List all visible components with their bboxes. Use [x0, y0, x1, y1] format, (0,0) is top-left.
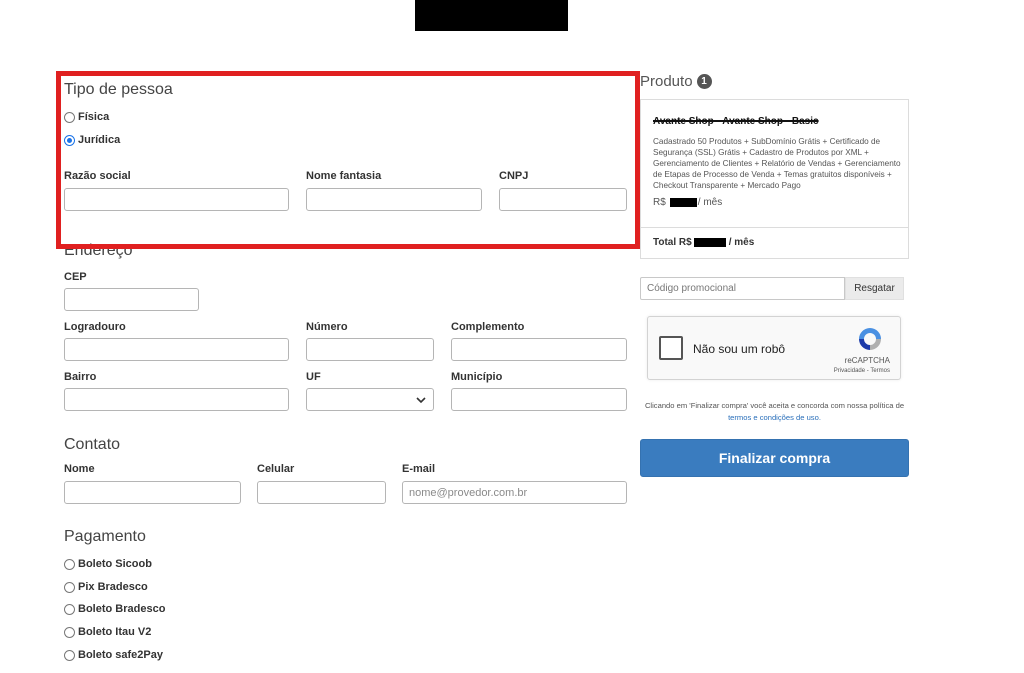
terms-text: Clicando em 'Finalizar compra' você acei… [640, 400, 909, 424]
total-price: Total R$ / mês [653, 237, 754, 248]
cep-input[interactable] [64, 288, 199, 311]
logradouro-label: Logradouro [64, 321, 126, 333]
recaptcha-logo-icon [859, 328, 881, 350]
numero-input[interactable] [306, 338, 434, 361]
recaptcha-brand: reCAPTCHA [844, 356, 890, 365]
email-input[interactable] [402, 481, 627, 504]
contato-title: Contato [64, 436, 121, 453]
celular-input[interactable] [257, 481, 386, 504]
cnpj-input[interactable] [499, 188, 627, 211]
redeem-button[interactable]: Resgatar [845, 277, 904, 300]
logradouro-input[interactable] [64, 338, 289, 361]
cnpj-label: CNPJ [499, 170, 529, 182]
payment-radio[interactable] [64, 649, 75, 661]
bairro-input[interactable] [64, 388, 289, 411]
celular-label: Celular [257, 463, 295, 475]
uf-select[interactable] [306, 388, 434, 411]
razao-social-label: Razão social [64, 170, 131, 182]
radio-juridica-label: Jurídica [78, 134, 121, 146]
endereco-title: Endereço [64, 242, 133, 259]
numero-label: Número [306, 321, 348, 333]
tipo-pessoa-title: Tipo de pessoa [64, 81, 173, 98]
nome-label: Nome [64, 463, 95, 475]
nome-fantasia-label: Nome fantasia [306, 170, 382, 182]
chevron-down-icon [416, 397, 426, 404]
recaptcha-label: Não sou um robô [693, 342, 786, 356]
payment-label: Pix Bradesco [78, 581, 148, 593]
payment-label: Boleto Sicoob [78, 558, 152, 570]
radio-fisica[interactable]: Física [64, 111, 109, 123]
payment-radio[interactable] [64, 626, 75, 638]
product-name: Avante Shop - Avante Shop - Basic [653, 116, 819, 127]
payment-option[interactable]: Boleto safe2Pay [64, 649, 163, 661]
radio-fisica-circle[interactable] [64, 111, 75, 123]
bairro-label: Bairro [64, 371, 97, 383]
recaptcha-links[interactable]: Privacidade - Termos [834, 368, 890, 374]
cep-label: CEP [64, 271, 87, 283]
price-suffix: / mês [697, 197, 723, 208]
municipio-input[interactable] [451, 388, 627, 411]
produto-title: Produto 1 [640, 73, 712, 90]
payment-label: Boleto Itau V2 [78, 626, 152, 638]
payment-label: Boleto Bradesco [78, 603, 166, 615]
product-description: Cadastrado 50 Produtos + SubDomínio Grát… [653, 137, 901, 190]
pagamento-title: Pagamento [64, 528, 146, 545]
payment-label: Boleto safe2Pay [78, 649, 163, 661]
produto-count-badge: 1 [696, 74, 712, 89]
promo-code-input[interactable] [640, 277, 845, 300]
recaptcha-widget: Não sou um robô reCAPTCHA Privacidade - … [647, 316, 901, 380]
radio-juridica-circle[interactable] [64, 134, 75, 146]
municipio-label: Município [451, 371, 503, 383]
price-prefix: R$ [653, 197, 666, 208]
uf-label: UF [306, 371, 321, 383]
payment-option[interactable]: Pix Bradesco [64, 581, 148, 593]
payment-option[interactable]: Boleto Itau V2 [64, 626, 151, 638]
complemento-input[interactable] [451, 338, 627, 361]
total-prefix: Total R$ [653, 237, 692, 248]
terms-link[interactable]: termos e condições de uso. [728, 413, 821, 422]
complemento-label: Complemento [451, 321, 525, 333]
payment-radio[interactable] [64, 581, 75, 593]
radio-juridica[interactable]: Jurídica [64, 134, 120, 146]
payment-option[interactable]: Boleto Bradesco [64, 603, 165, 615]
payment-radio[interactable] [64, 603, 75, 615]
total-suffix: / mês [728, 237, 755, 248]
email-label: E-mail [402, 463, 436, 475]
radio-fisica-label: Física [78, 111, 110, 123]
nome-input[interactable] [64, 481, 241, 504]
terms-text-before: Clicando em 'Finalizar compra' você acei… [644, 401, 905, 410]
nome-fantasia-input[interactable] [306, 188, 482, 211]
logo-redacted [415, 0, 568, 31]
card-divider [640, 227, 909, 228]
price-redacted [669, 198, 697, 207]
product-price: R$ / mês [653, 197, 722, 208]
payment-radio[interactable] [64, 558, 75, 570]
razao-social-input[interactable] [64, 188, 289, 211]
total-redacted [693, 238, 726, 247]
payment-option[interactable]: Boleto Sicoob [64, 558, 152, 570]
finalizar-compra-button[interactable]: Finalizar compra [640, 439, 909, 477]
recaptcha-checkbox[interactable] [659, 336, 683, 360]
produto-title-text: Produto [640, 73, 693, 90]
